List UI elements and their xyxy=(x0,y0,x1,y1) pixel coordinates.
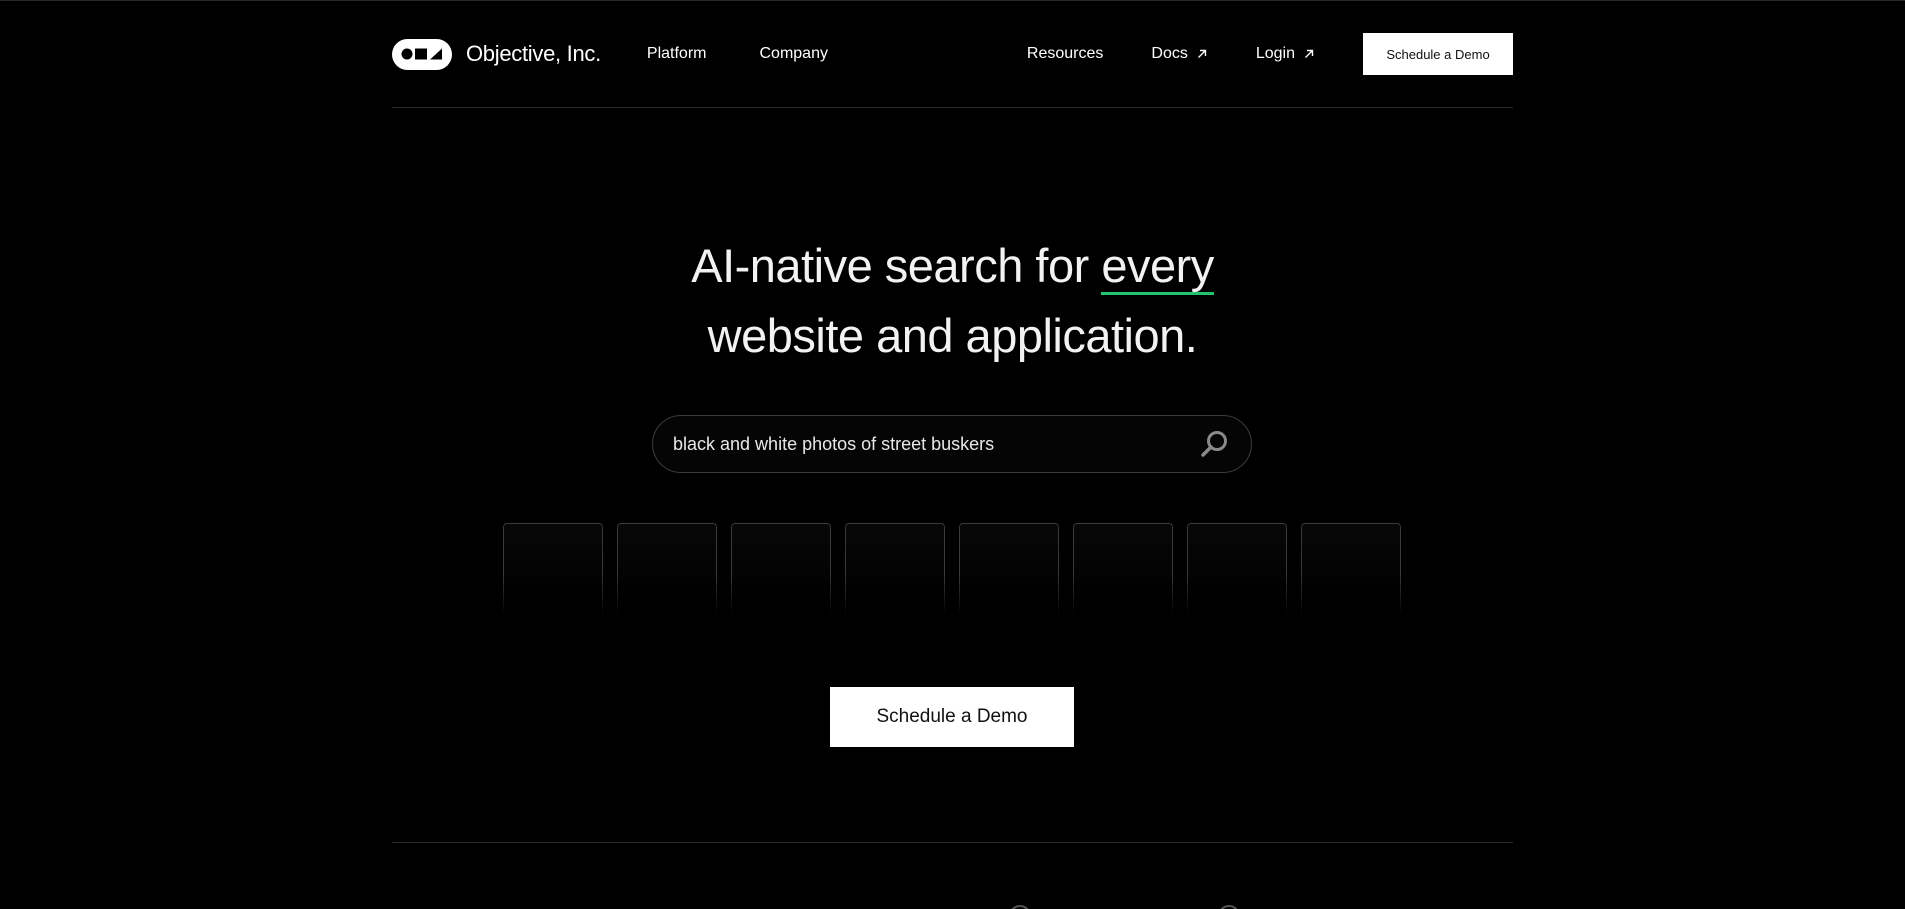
search-input[interactable]: black and white photos of street buskers xyxy=(673,434,1199,455)
hero-title-line1: AI-native search for every xyxy=(0,231,1905,301)
logo-mark-icon xyxy=(392,38,452,70)
nav-resources[interactable]: Resources xyxy=(1027,45,1103,63)
nav-docs[interactable]: Docs xyxy=(1151,45,1207,63)
brand-logo[interactable]: Objective, Inc. xyxy=(392,38,601,70)
hero-title-line2: website and application. xyxy=(707,309,1198,362)
search-bar[interactable]: black and white photos of street buskers xyxy=(652,415,1252,473)
result-card-placeholder xyxy=(731,523,831,615)
nav-login-label: Login xyxy=(1255,45,1295,62)
search-icon[interactable] xyxy=(1199,428,1231,460)
brand-name: Objective, Inc. xyxy=(466,41,601,66)
section-divider xyxy=(392,842,1513,843)
result-card-placeholder xyxy=(503,523,603,615)
result-card-placeholder xyxy=(1073,523,1173,615)
hero-title: AI-native search for every website and a… xyxy=(0,231,1905,371)
site-header: Objective, Inc. Platform Company Resourc… xyxy=(392,1,1513,108)
result-cards xyxy=(503,523,1401,615)
primary-nav: Platform Company xyxy=(647,45,881,63)
partial-circle-icon xyxy=(1009,905,1031,909)
hero-title-emphasis: every xyxy=(1101,240,1214,295)
result-card-placeholder xyxy=(617,523,717,615)
result-card-placeholder xyxy=(959,523,1059,615)
header-schedule-demo-button[interactable]: Schedule a Demo xyxy=(1363,33,1513,75)
result-card-placeholder xyxy=(1301,523,1401,615)
result-card-placeholder xyxy=(1187,523,1287,615)
schedule-demo-button[interactable]: Schedule a Demo xyxy=(830,687,1074,747)
secondary-nav: Resources Docs Login Schedule a Demo xyxy=(1027,33,1513,75)
arrow-up-right-icon xyxy=(1305,49,1314,58)
result-card-placeholder xyxy=(845,523,945,615)
nav-login[interactable]: Login xyxy=(1256,45,1315,63)
partial-circle-icon xyxy=(1218,905,1240,909)
nav-company[interactable]: Company xyxy=(759,45,827,63)
page: Objective, Inc. Platform Company Resourc… xyxy=(0,0,1905,909)
hero-title-prefix: AI-native search for xyxy=(691,239,1102,292)
nav-resources-label: Resources xyxy=(1026,45,1104,62)
nav-platform[interactable]: Platform xyxy=(647,45,707,63)
nav-docs-label: Docs xyxy=(1151,45,1188,62)
arrow-up-right-icon xyxy=(1197,49,1207,58)
